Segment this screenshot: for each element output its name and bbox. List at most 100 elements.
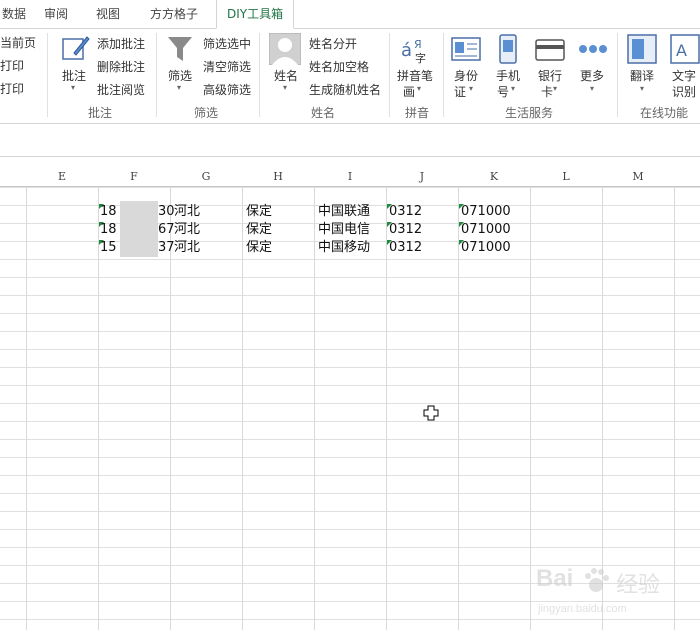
cell-i-row1[interactable]: 中国联通 bbox=[318, 203, 370, 221]
cell-k-row1[interactable]: 071000 bbox=[461, 203, 511, 221]
column-header-j[interactable]: J bbox=[386, 168, 458, 186]
cell-f-row2-end: 67 bbox=[158, 222, 175, 237]
bank-card-button[interactable]: 银行 bbox=[538, 67, 562, 84]
text-recognition-icon: A bbox=[670, 34, 700, 64]
chevron-down-icon: ▾ bbox=[417, 84, 422, 93]
tab-diy-toolbox[interactable]: DIY工具箱 bbox=[216, 0, 295, 29]
chevron-down-icon: ▾ bbox=[640, 84, 645, 93]
print-current-page-button[interactable]: 当前页 bbox=[0, 34, 36, 51]
text-recognition-button[interactable]: 文字 bbox=[672, 67, 696, 84]
cell-j-row1[interactable]: 0312 bbox=[389, 203, 422, 221]
mobile-number-button[interactable]: 手机 bbox=[496, 67, 520, 84]
formula-bar[interactable] bbox=[0, 124, 700, 157]
column-header-m[interactable]: M bbox=[602, 168, 674, 186]
separator bbox=[47, 33, 48, 117]
tab-view[interactable]: 视图 bbox=[96, 0, 120, 28]
cell-i-row2[interactable]: 中国电信 bbox=[318, 221, 370, 239]
watermark-jingyan: 经验 bbox=[616, 573, 661, 598]
separator bbox=[389, 33, 390, 117]
delete-annotation-button[interactable]: 删除批注 bbox=[97, 58, 145, 75]
add-annotation-button[interactable]: 添加批注 bbox=[97, 35, 145, 52]
filter-funnel-icon bbox=[168, 37, 192, 61]
mobile-number-button-line2: 号 bbox=[497, 85, 510, 99]
random-name-button[interactable]: 生成随机姓名 bbox=[309, 81, 381, 98]
column-header-g[interactable]: G bbox=[170, 168, 242, 186]
cell-f-row1[interactable]: 18 bbox=[100, 203, 117, 221]
cell-f-row2[interactable]: 18 bbox=[100, 221, 117, 239]
translate-button[interactable]: 翻译 bbox=[630, 67, 654, 84]
clear-filter-button[interactable]: 清空筛选 bbox=[203, 58, 251, 75]
view-annotation-button[interactable]: 批注阅览 bbox=[97, 81, 145, 98]
pinyin-icon: á Я 字 bbox=[401, 38, 426, 64]
cell-g-row2[interactable]: 河北 bbox=[174, 221, 200, 239]
more-button[interactable]: 更多 bbox=[580, 67, 604, 84]
paw-logo-icon bbox=[585, 568, 609, 592]
cell-f-row1-end: 30 bbox=[158, 204, 175, 219]
watermark: Bai 经验 jingyan.baidu.com bbox=[536, 565, 696, 627]
cell-j-row2[interactable]: 0312 bbox=[389, 221, 422, 239]
more-dots-icon bbox=[579, 45, 607, 53]
group-label-name: 姓名 bbox=[311, 106, 336, 120]
tab-data[interactable]: 数据 bbox=[2, 0, 26, 28]
print-button-2[interactable]: 打印 bbox=[0, 80, 24, 97]
group-label-life-services: 生活服务 bbox=[505, 106, 554, 120]
id-card-icon bbox=[451, 37, 481, 61]
column-header-l[interactable]: L bbox=[530, 168, 602, 186]
cell-h-row3[interactable]: 保定 bbox=[246, 239, 272, 257]
cell-h-row1[interactable]: 保定 bbox=[246, 203, 272, 221]
cell-g-row1[interactable]: 河北 bbox=[174, 203, 200, 221]
person-avatar-icon bbox=[269, 33, 301, 65]
cell-k-row3[interactable]: 071000 bbox=[461, 239, 511, 257]
pinyin-stroke-button[interactable]: 拼音笔 bbox=[397, 67, 433, 84]
separator bbox=[156, 33, 157, 117]
group-label-filter: 筛选 bbox=[194, 106, 219, 120]
tab-review[interactable]: 审阅 bbox=[44, 0, 68, 28]
id-card-button-line2: 证 bbox=[454, 85, 467, 99]
name-add-space-button[interactable]: 姓名加空格 bbox=[309, 58, 369, 75]
cell-g-row3[interactable]: 河北 bbox=[174, 239, 200, 257]
cell-k-row2[interactable]: 071000 bbox=[461, 221, 511, 239]
column-header-i[interactable]: I bbox=[314, 168, 386, 186]
annotation-icon bbox=[62, 36, 90, 60]
column-header-e[interactable]: E bbox=[26, 168, 98, 186]
chevron-down-icon: ▾ bbox=[71, 83, 76, 92]
separator bbox=[259, 33, 260, 117]
svg-text:字: 字 bbox=[415, 51, 426, 64]
cell-h-row2[interactable]: 保定 bbox=[246, 221, 272, 239]
translate-icon bbox=[627, 34, 657, 64]
column-header-f[interactable]: F bbox=[98, 168, 170, 186]
redacted-phone-digits bbox=[120, 201, 158, 257]
chevron-down-icon: ▾ bbox=[590, 84, 595, 93]
chevron-down-icon: ▾ bbox=[553, 84, 558, 93]
cell-f-row3[interactable]: 15 bbox=[100, 239, 117, 257]
pinyin-stroke-button-line2: 画 bbox=[403, 85, 416, 99]
separator bbox=[443, 33, 444, 117]
bank-card-icon bbox=[535, 39, 565, 61]
svg-text:Я: Я bbox=[414, 38, 422, 51]
name-button[interactable]: 姓名 bbox=[274, 67, 298, 84]
tab-fangfang[interactable]: 方方格子 bbox=[150, 0, 198, 28]
filter-selected-button[interactable]: 筛选选中 bbox=[203, 35, 251, 52]
group-label-online: 在线功能 bbox=[640, 106, 689, 120]
ribbon: 当前页 打印 打印 批注 ▾ 添加批注 删除批注 批注阅览 批注 筛选 ▾ 筛选… bbox=[0, 29, 700, 124]
advanced-filter-button[interactable]: 高级筛选 bbox=[203, 81, 251, 98]
chevron-down-icon: ▾ bbox=[177, 83, 182, 92]
annotation-button[interactable]: 批注 bbox=[62, 67, 86, 84]
cell-f-row3-end: 37 bbox=[158, 240, 175, 255]
ribbon-tabs: 数据 审阅 视图 方方格子 DIY工具箱 bbox=[0, 0, 700, 29]
column-header-k[interactable]: K bbox=[458, 168, 530, 186]
watermark-brand: Bai bbox=[536, 565, 574, 592]
separator bbox=[617, 33, 618, 117]
column-headers: E F G H I J K L M bbox=[0, 168, 700, 187]
cell-i-row3[interactable]: 中国移动 bbox=[318, 239, 370, 257]
cell-j-row3[interactable]: 0312 bbox=[389, 239, 422, 257]
text-recognition-button-line2: 识别 bbox=[672, 85, 697, 99]
split-name-button[interactable]: 姓名分开 bbox=[309, 35, 357, 52]
group-label-pinyin: 拼音 bbox=[405, 106, 430, 120]
print-button[interactable]: 打印 bbox=[0, 57, 24, 74]
filter-button[interactable]: 筛选 bbox=[168, 67, 192, 84]
column-header-h[interactable]: H bbox=[242, 168, 314, 186]
svg-text:á: á bbox=[401, 40, 412, 61]
id-card-button[interactable]: 身份 bbox=[454, 67, 478, 84]
group-label-annotation: 批注 bbox=[88, 106, 113, 120]
